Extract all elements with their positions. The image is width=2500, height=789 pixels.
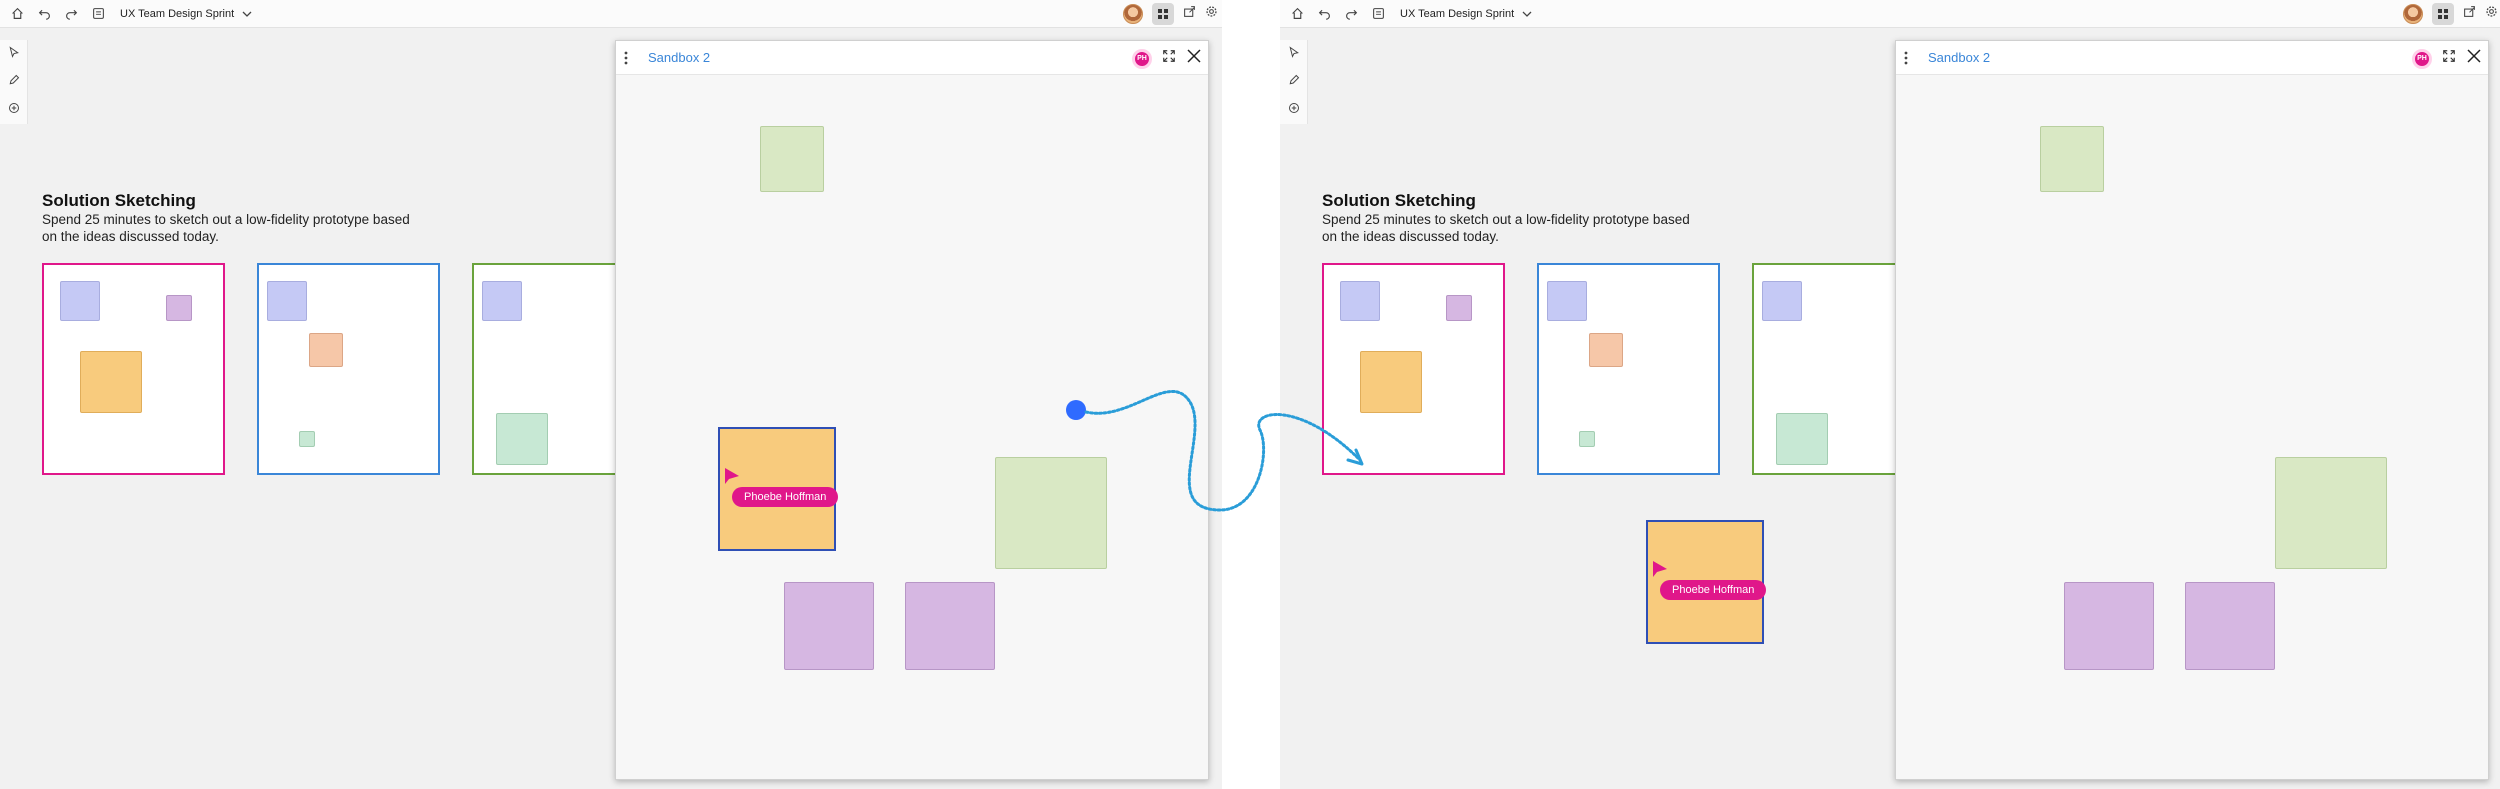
sticky-note[interactable] xyxy=(2064,582,2154,670)
add-icon[interactable] xyxy=(8,101,20,119)
top-toolbar: UX Team Design Sprint xyxy=(0,0,1222,28)
sandbox-header: Sandbox 2 PH xyxy=(1896,41,2488,75)
tool-rail xyxy=(1280,40,1308,124)
presence-avatar[interactable]: PH xyxy=(1132,48,1152,69)
redo-icon[interactable] xyxy=(1340,3,1362,25)
board-title[interactable]: UX Team Design Sprint xyxy=(1400,8,1514,20)
sticky-note[interactable] xyxy=(1776,413,1828,465)
whiteboard-before: UX Team Design Sprint Solution Sketching… xyxy=(0,0,1222,789)
select-pointer-icon[interactable] xyxy=(8,45,20,63)
sticky-note[interactable] xyxy=(267,281,307,321)
home-icon[interactable] xyxy=(1286,3,1308,25)
sticky-note[interactable] xyxy=(299,431,315,447)
sticky-note[interactable] xyxy=(2275,457,2387,569)
presence-avatar[interactable]: PH xyxy=(2412,48,2432,69)
add-icon[interactable] xyxy=(1288,101,1300,119)
whiteboard-after: UX Team Design Sprint Solution Sketching… xyxy=(1280,0,2500,789)
collaborator-cursor-icon xyxy=(725,468,739,484)
user-avatar[interactable] xyxy=(2403,4,2423,24)
collaborator-name-tag: Phoebe Hoffman xyxy=(732,487,839,507)
sticky-note[interactable] xyxy=(760,126,824,192)
sticky-note[interactable] xyxy=(784,582,874,670)
transition-arrow-icon xyxy=(1066,389,1364,512)
gear-icon[interactable] xyxy=(2485,5,2498,23)
apps-grid-icon[interactable] xyxy=(1152,3,1174,25)
expand-icon[interactable] xyxy=(2442,49,2456,68)
sandbox-title: Sandbox 2 xyxy=(1928,50,1991,65)
sketch-board-pink[interactable] xyxy=(42,263,225,475)
gear-icon[interactable] xyxy=(1205,5,1218,23)
close-icon[interactable] xyxy=(1186,48,1202,69)
sticky-note[interactable] xyxy=(1446,295,1472,321)
sticky-note[interactable] xyxy=(166,295,192,321)
sticky-note[interactable] xyxy=(496,413,548,465)
sticky-note[interactable] xyxy=(2040,126,2104,192)
close-icon[interactable] xyxy=(2466,48,2482,69)
section-description: Spend 25 minutes to sketch out a low-fid… xyxy=(1322,212,1690,244)
collaborator-name-tag: Phoebe Hoffman xyxy=(1660,580,1767,600)
undo-icon[interactable] xyxy=(33,3,55,25)
sticky-note[interactable] xyxy=(1589,333,1623,367)
sandbox-title: Sandbox 2 xyxy=(648,50,711,65)
sticky-note[interactable] xyxy=(60,281,100,321)
section-heading: Solution Sketching xyxy=(42,191,196,210)
selected-sticky-note[interactable]: Phoebe Hoffman xyxy=(718,427,839,551)
chevron-down-icon[interactable] xyxy=(1522,9,1532,19)
pages-icon[interactable] xyxy=(1367,3,1389,25)
sticky-note[interactable] xyxy=(905,582,995,670)
redo-icon[interactable] xyxy=(60,3,82,25)
sticky-note[interactable] xyxy=(2185,582,2275,670)
sticky-note[interactable] xyxy=(309,333,343,367)
selected-sticky-note[interactable]: Phoebe Hoffman xyxy=(1646,520,1767,644)
pages-icon[interactable] xyxy=(87,3,109,25)
sticky-note[interactable] xyxy=(1340,281,1380,321)
pen-icon[interactable] xyxy=(1288,73,1300,91)
apps-grid-icon[interactable] xyxy=(2432,3,2454,25)
sketch-board-blue[interactable] xyxy=(1537,263,1720,475)
home-icon[interactable] xyxy=(6,3,28,25)
select-pointer-icon[interactable] xyxy=(1288,45,1300,63)
more-options-icon[interactable] xyxy=(1904,51,1908,65)
share-icon[interactable] xyxy=(1183,5,1196,23)
section-heading: Solution Sketching xyxy=(1322,191,1476,210)
sticky-note[interactable] xyxy=(80,351,142,413)
more-options-icon[interactable] xyxy=(624,51,628,65)
chevron-down-icon[interactable] xyxy=(242,9,252,19)
tool-rail xyxy=(0,40,28,124)
sticky-note[interactable] xyxy=(1547,281,1587,321)
sketch-board-blue[interactable] xyxy=(257,263,440,475)
sticky-note[interactable] xyxy=(482,281,522,321)
expand-icon[interactable] xyxy=(1162,49,1176,68)
share-icon[interactable] xyxy=(2463,5,2476,23)
section-description: Spend 25 minutes to sketch out a low-fid… xyxy=(42,212,410,244)
board-title[interactable]: UX Team Design Sprint xyxy=(120,8,234,20)
undo-icon[interactable] xyxy=(1313,3,1335,25)
sticky-note[interactable] xyxy=(1762,281,1802,321)
top-toolbar: UX Team Design Sprint xyxy=(1280,0,2500,28)
collaborator-cursor-icon xyxy=(1653,561,1667,577)
pen-icon[interactable] xyxy=(8,73,20,91)
sandbox-panel[interactable]: Sandbox 2 PH xyxy=(1895,40,2489,780)
sticky-note[interactable] xyxy=(1579,431,1595,447)
sandbox-header: Sandbox 2 PH xyxy=(616,41,1208,75)
user-avatar[interactable] xyxy=(1123,4,1143,24)
